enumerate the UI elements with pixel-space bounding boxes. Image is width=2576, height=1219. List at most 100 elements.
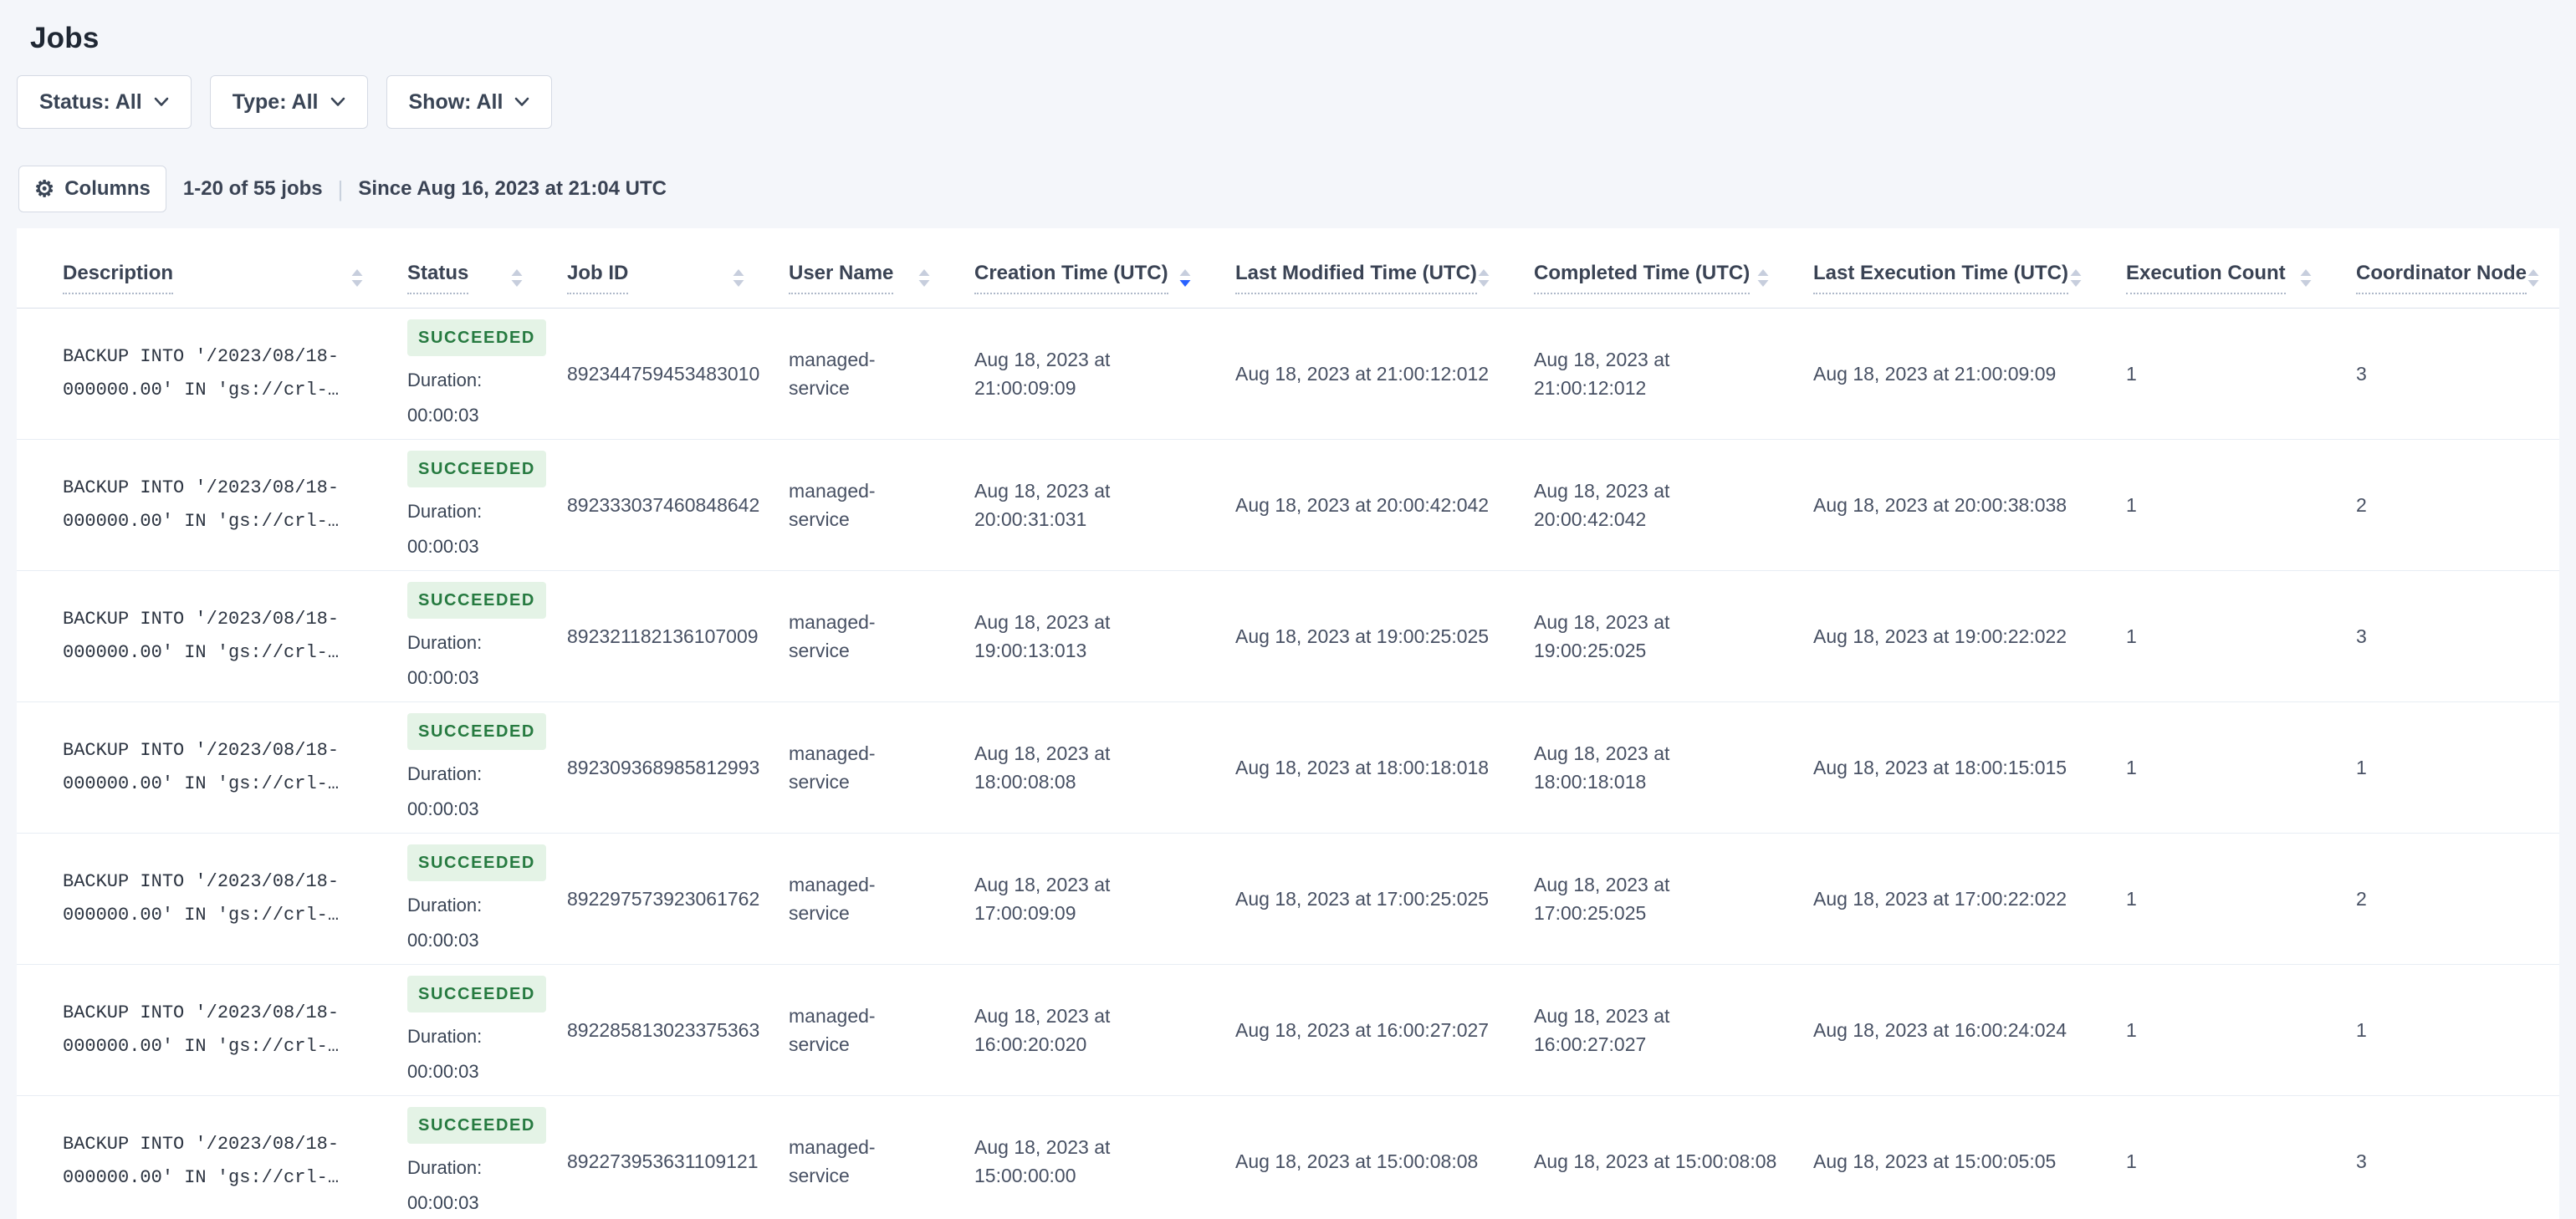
job-status-cell: SUCCEEDED Duration: 00:00:03 xyxy=(407,1106,567,1216)
job-description: BACKUP INTO '/2023/08/18- 000000.00' IN … xyxy=(63,472,407,538)
column-header[interactable]: Last Modified Time (UTC) xyxy=(1235,262,1534,294)
filter-label: Show: All xyxy=(408,89,503,114)
job-execution-count: 1 xyxy=(2126,887,2137,910)
column-header[interactable]: Coordinator Node xyxy=(2356,262,2576,294)
job-creation-time: Aug 18, 2023 at 15:00:00:00 xyxy=(974,1135,1111,1187)
job-last-modified-time: Aug 18, 2023 at 17:00:25:025 xyxy=(1235,887,1490,910)
job-coordinator-node: 3 xyxy=(2356,1150,2367,1172)
job-completed-time: Aug 18, 2023 at 16:00:27:027 xyxy=(1534,1004,1670,1056)
duration-label: Duration: xyxy=(407,369,483,390)
chevron-down-icon xyxy=(330,97,345,107)
sort-icon[interactable] xyxy=(510,267,524,289)
filters-bar: Status: All Type: All Show: All xyxy=(17,75,2559,129)
job-status-cell: SUCCEEDED Duration: 00:00:03 xyxy=(407,319,567,429)
column-header-label: Completed Time (UTC) xyxy=(1534,262,1751,294)
job-status-cell: SUCCEEDED Duration: 00:00:03 xyxy=(407,975,567,1085)
meta-divider: | xyxy=(337,176,344,201)
status-badge: SUCCEEDED xyxy=(407,581,546,619)
column-header[interactable]: Last Execution Time (UTC) xyxy=(1813,262,2126,294)
job-description: BACKUP INTO '/2023/08/18- 000000.00' IN … xyxy=(63,340,407,406)
job-description: BACKUP INTO '/2023/08/18- 000000.00' IN … xyxy=(63,997,407,1063)
duration-label: Duration: xyxy=(407,631,483,653)
column-header[interactable]: Completed Time (UTC) xyxy=(1534,262,1813,294)
duration-value: 00:00:03 xyxy=(407,535,479,557)
filter-dropdown[interactable]: Status: All xyxy=(17,75,192,129)
sort-icon[interactable] xyxy=(1756,267,1770,289)
column-header-label: Last Modified Time (UTC) xyxy=(1235,262,1477,294)
sort-icon[interactable] xyxy=(732,267,745,289)
job-description-line2: 000000.00' IN 'gs://crl-… xyxy=(63,642,340,663)
job-id: 892321182136107009 xyxy=(567,625,759,647)
column-header[interactable]: Description xyxy=(63,262,407,294)
sort-icon[interactable] xyxy=(350,267,364,289)
job-execution-count: 1 xyxy=(2126,362,2137,385)
job-creation-time: Aug 18, 2023 at 18:00:08:08 xyxy=(974,742,1111,793)
job-completed-time: Aug 18, 2023 at 18:00:18:018 xyxy=(1534,742,1670,793)
job-user-name: managed-service xyxy=(789,479,876,531)
results-count: 1-20 of 55 jobs xyxy=(182,177,323,200)
sort-icon[interactable] xyxy=(2527,267,2540,289)
duration-label: Duration: xyxy=(407,894,483,916)
column-header[interactable]: Status xyxy=(407,262,567,294)
column-header[interactable]: Job ID xyxy=(567,262,789,294)
job-description-line1: BACKUP INTO '/2023/08/18- xyxy=(63,871,340,893)
duration-value: 00:00:03 xyxy=(407,666,479,688)
job-last-execution-time: Aug 18, 2023 at 17:00:22:022 xyxy=(1813,887,2067,910)
results-since: Since Aug 16, 2023 at 21:04 UTC xyxy=(358,177,667,200)
sort-icon[interactable] xyxy=(1178,267,1192,289)
job-completed-time: Aug 18, 2023 at 17:00:25:025 xyxy=(1534,873,1670,925)
column-header-label: Execution Count xyxy=(2126,262,2286,294)
job-status-cell: SUCCEEDED Duration: 00:00:03 xyxy=(407,712,567,823)
job-last-modified-time: Aug 18, 2023 at 18:00:18:018 xyxy=(1235,756,1490,778)
job-last-execution-time: Aug 18, 2023 at 19:00:22:022 xyxy=(1813,625,2067,647)
jobs-table: Description Status Job ID User Name Crea… xyxy=(17,228,2559,1219)
job-completed-time: Aug 18, 2023 at 20:00:42:042 xyxy=(1534,479,1670,531)
job-execution-count: 1 xyxy=(2126,1150,2137,1172)
job-description-line1: BACKUP INTO '/2023/08/18- xyxy=(63,740,340,762)
column-header-label: Creation Time (UTC) xyxy=(974,262,1168,294)
job-id: 892273953631109121 xyxy=(567,1150,759,1172)
job-description-line1: BACKUP INTO '/2023/08/18- xyxy=(63,609,340,630)
job-last-modified-time: Aug 18, 2023 at 15:00:08:08 xyxy=(1235,1150,1479,1172)
job-id: 892333037460848642 xyxy=(567,493,760,516)
job-last-modified-time: Aug 18, 2023 at 20:00:42:042 xyxy=(1235,493,1490,516)
column-header-label: Last Execution Time (UTC) xyxy=(1813,262,2068,294)
duration-label: Duration: xyxy=(407,763,483,784)
job-description-line2: 000000.00' IN 'gs://crl-… xyxy=(63,511,340,532)
job-row: BACKUP INTO '/2023/08/18- 000000.00' IN … xyxy=(17,834,2559,965)
column-header-label: User Name xyxy=(789,262,894,294)
job-id: 892309368985812993 xyxy=(567,756,760,778)
job-id: 892344759453483010 xyxy=(567,362,760,385)
column-header[interactable]: User Name xyxy=(789,262,974,294)
gear-icon: ⚙ xyxy=(34,176,55,201)
chevron-down-icon xyxy=(154,97,169,107)
job-description: BACKUP INTO '/2023/08/18- 000000.00' IN … xyxy=(63,734,407,800)
columns-button[interactable]: ⚙ Columns xyxy=(18,166,166,212)
status-badge: SUCCEEDED xyxy=(407,1106,546,1144)
job-last-execution-time: Aug 18, 2023 at 15:00:05:05 xyxy=(1813,1150,2057,1172)
job-coordinator-node: 2 xyxy=(2356,887,2367,910)
sort-icon[interactable] xyxy=(2299,267,2313,289)
job-user-name: managed-service xyxy=(789,1135,876,1187)
job-status-cell: SUCCEEDED Duration: 00:00:03 xyxy=(407,450,567,560)
sort-icon[interactable] xyxy=(2069,267,2083,289)
filter-label: Status: All xyxy=(39,89,142,114)
job-description-line1: BACKUP INTO '/2023/08/18- xyxy=(63,1134,340,1155)
filter-dropdown[interactable]: Type: All xyxy=(209,75,368,129)
column-header[interactable]: Creation Time (UTC) xyxy=(974,262,1235,294)
job-execution-count: 1 xyxy=(2126,1018,2137,1041)
job-execution-count: 1 xyxy=(2126,493,2137,516)
job-coordinator-node: 1 xyxy=(2356,756,2367,778)
sort-icon[interactable] xyxy=(917,267,931,289)
job-row: BACKUP INTO '/2023/08/18- 000000.00' IN … xyxy=(17,702,2559,834)
results-meta: 1-20 of 55 jobs | Since Aug 16, 2023 at … xyxy=(183,176,667,202)
status-badge: SUCCEEDED xyxy=(407,319,546,356)
duration-value: 00:00:03 xyxy=(407,929,479,951)
sort-icon[interactable] xyxy=(1477,267,1490,289)
job-row: BACKUP INTO '/2023/08/18- 000000.00' IN … xyxy=(17,571,2559,702)
column-header[interactable]: Execution Count xyxy=(2126,262,2356,294)
filter-dropdown[interactable]: Show: All xyxy=(386,75,553,129)
job-creation-time: Aug 18, 2023 at 21:00:09:09 xyxy=(974,348,1111,400)
job-row: BACKUP INTO '/2023/08/18- 000000.00' IN … xyxy=(17,440,2559,571)
job-description: BACKUP INTO '/2023/08/18- 000000.00' IN … xyxy=(63,865,407,931)
